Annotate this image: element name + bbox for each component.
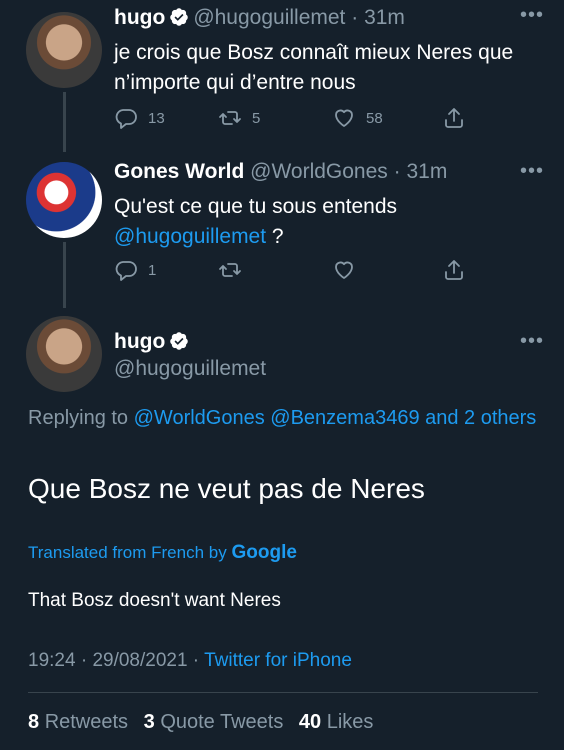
main-tweet-text: Que Bosz ne veut pas de Neres	[28, 473, 425, 504]
reply-button[interactable]: 13	[114, 106, 165, 130]
quotes-label: Quote Tweets	[160, 711, 284, 733]
likes-stat[interactable]: 40 Likes	[299, 711, 374, 733]
replying-to: Replying to @WorldGones @Benzema3469 and…	[28, 402, 538, 434]
google-logo: Google	[231, 542, 297, 563]
tweet-text-line: Qu'est ce que tu sous entends	[114, 195, 398, 218]
thread-line	[63, 92, 66, 152]
more-icon[interactable]: •••	[520, 4, 544, 27]
tweet-header: hugo @hugoguillemet · 31m	[114, 6, 405, 30]
translation-attribution[interactable]: Translated from French by Google	[28, 542, 297, 564]
like-count: 58	[366, 109, 383, 127]
retweet-icon	[218, 106, 242, 130]
author-name[interactable]: Gones World	[114, 160, 244, 183]
separator-dot: ·	[387, 160, 407, 183]
tweet-text-line: n’importe qui d’entre nous	[114, 71, 356, 94]
author-handle[interactable]: @WorldGones	[250, 160, 388, 183]
quote-tweets-stat[interactable]: 3 Quote Tweets	[144, 711, 284, 733]
tweet-text: je crois que Bosz connaît mieux Neres qu…	[114, 38, 544, 98]
tweet-header: Gones World @WorldGones · 31m	[114, 160, 447, 184]
thread-line	[63, 242, 66, 308]
translated-label: Translated from French by	[28, 543, 227, 562]
translated-text: That Bosz doesn't want Neres	[28, 590, 281, 611]
retweet-button[interactable]	[218, 258, 242, 282]
like-button[interactable]	[332, 258, 356, 282]
retweets-count: 8	[28, 711, 40, 733]
tweet-text-line: je crois que Bosz connaît mieux Neres qu…	[114, 41, 514, 64]
more-icon[interactable]: •••	[520, 160, 544, 183]
avatar[interactable]	[26, 162, 102, 238]
tweet-date[interactable]: 29/08/2021	[92, 650, 187, 671]
author-name-text[interactable]: hugo	[114, 330, 165, 353]
reply-icon	[114, 258, 138, 282]
tweet-gones-world[interactable]: Gones World @WorldGones · 31m ••• Qu'est…	[0, 152, 564, 308]
verified-badge-icon	[169, 331, 189, 351]
author-handle[interactable]: @hugoguillemet	[193, 6, 345, 29]
share-icon	[442, 106, 466, 130]
share-button[interactable]	[442, 258, 466, 282]
reply-button[interactable]: 1	[114, 258, 156, 282]
tweet-time[interactable]: 31m	[406, 160, 447, 183]
avatar[interactable]	[26, 12, 102, 88]
tweet-stats: 8 Retweets 3 Quote Tweets 40 Likes	[28, 711, 383, 734]
retweet-count: 5	[252, 109, 261, 127]
reply-count: 13	[148, 109, 165, 127]
avatar[interactable]	[26, 316, 102, 392]
tweet-time[interactable]: 19:24	[28, 650, 76, 671]
tweet-hugo-1[interactable]: hugo @hugoguillemet · 31m ••• je crois qu…	[0, 0, 564, 152]
likes-count: 40	[298, 711, 322, 733]
separator-dot: ·	[75, 650, 93, 671]
share-icon	[442, 258, 466, 282]
tweet-time[interactable]: 31m	[364, 6, 405, 29]
retweet-icon	[218, 258, 242, 282]
author-name[interactable]: hugo	[114, 330, 193, 354]
retweet-button[interactable]: 5	[218, 106, 260, 130]
author-name[interactable]: hugo	[114, 6, 165, 29]
separator-dot: ·	[187, 650, 205, 671]
tweet-text-line: @hugoguillemet ?	[114, 222, 544, 252]
replying-mentions-link[interactable]: @WorldGones @Benzema3469 and 2 others	[134, 407, 537, 429]
heart-icon	[332, 258, 356, 282]
verified-badge-icon	[169, 7, 189, 27]
likes-label: Likes	[326, 711, 374, 733]
replying-label: Replying to	[28, 407, 129, 429]
reply-count: 1	[148, 261, 157, 279]
share-button[interactable]	[442, 106, 466, 130]
tweet-source-link[interactable]: Twitter for iPhone	[204, 650, 352, 671]
retweets-label: Retweets	[44, 711, 129, 733]
mention-link[interactable]: @hugoguillemet	[114, 225, 266, 248]
retweets-stat[interactable]: 8 Retweets	[28, 711, 128, 733]
tweet-text: Qu'est ce que tu sous entends @hugoguill…	[114, 192, 544, 252]
divider	[28, 692, 538, 693]
heart-icon	[332, 106, 356, 130]
tweet-meta: 19:24 · 29/08/2021 · Twitter for iPhone	[28, 650, 352, 672]
tweet-actions: 13 5 58	[114, 106, 474, 136]
tweet-actions: 1	[114, 258, 474, 288]
reply-icon	[114, 106, 138, 130]
tweet-text-punct: ?	[271, 225, 284, 248]
quotes-count: 3	[143, 711, 155, 733]
separator-dot: ·	[345, 6, 365, 29]
author-handle[interactable]: @hugoguillemet	[114, 357, 266, 381]
more-icon[interactable]: •••	[520, 330, 544, 353]
like-button[interactable]: 58	[332, 106, 383, 130]
